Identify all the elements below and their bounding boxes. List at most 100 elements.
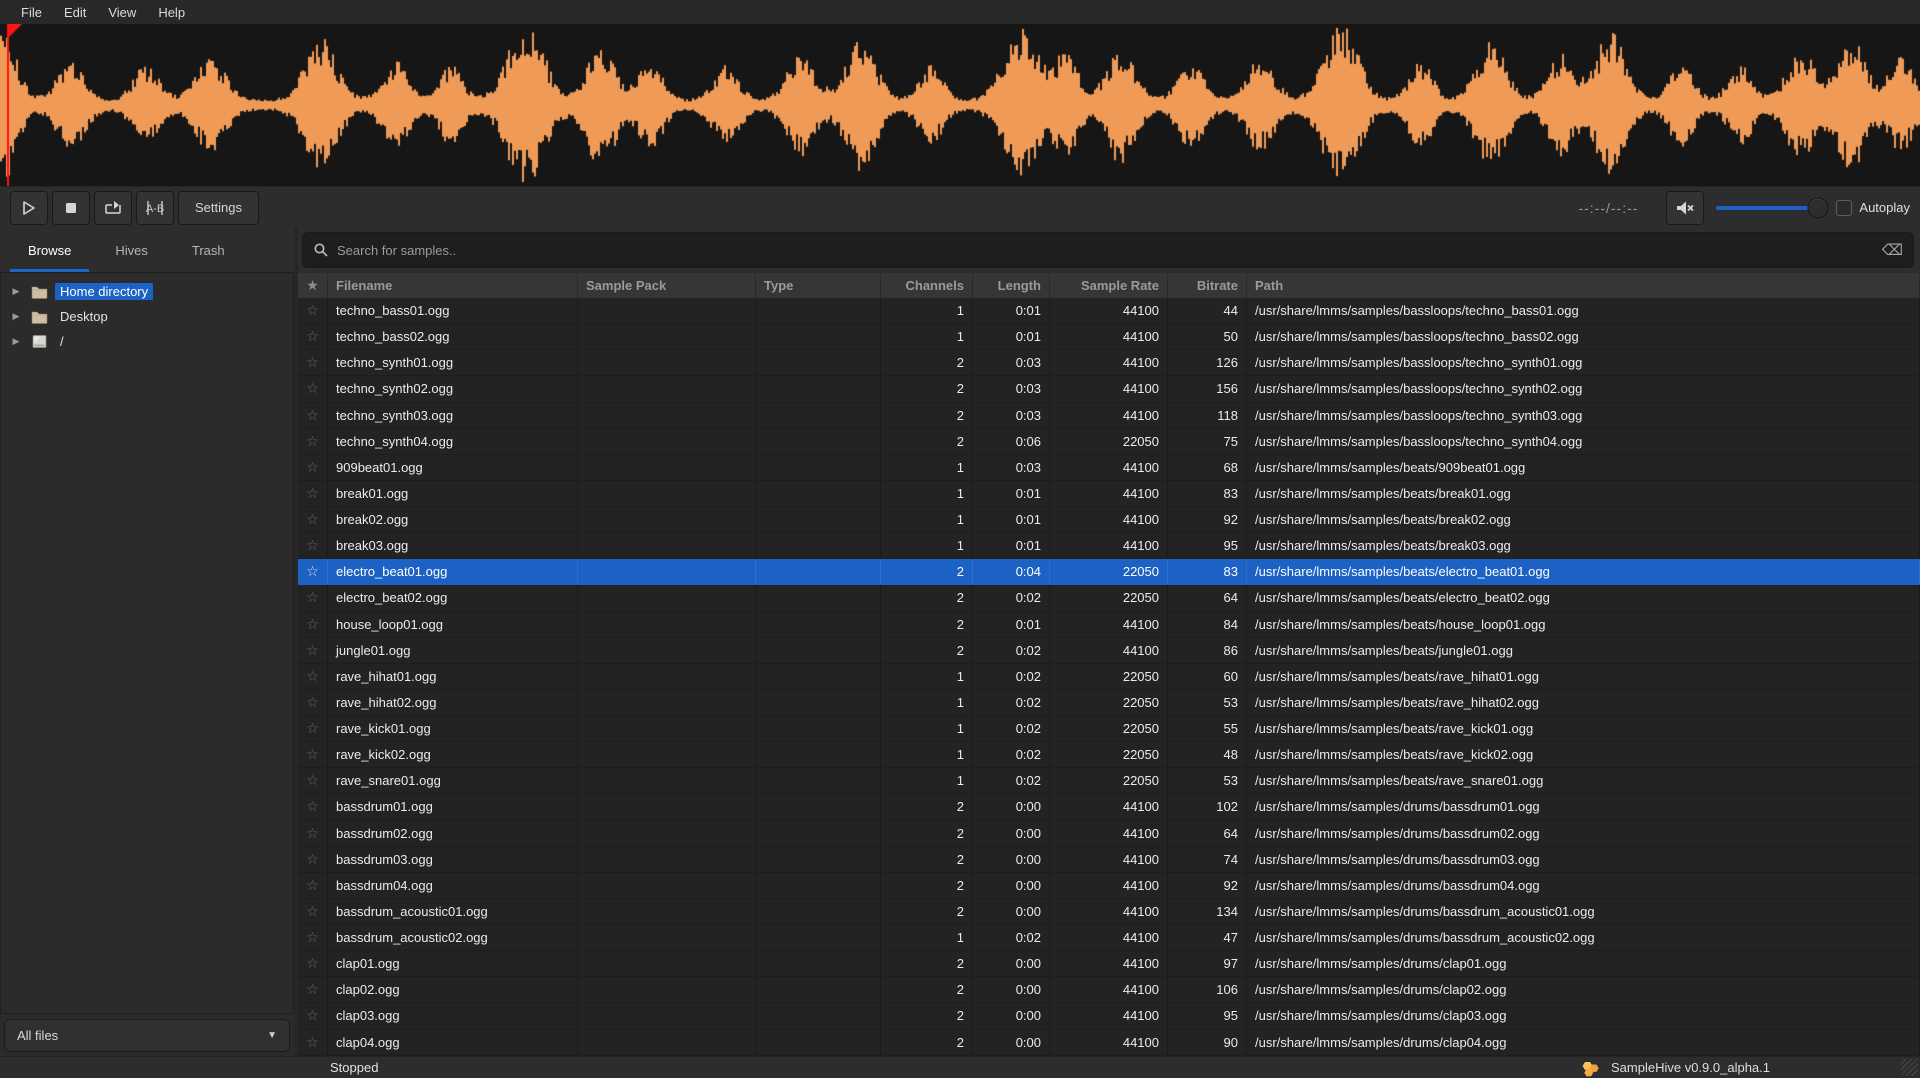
favorite-star-icon[interactable]: ☆ [298, 873, 328, 898]
favorite-star-icon[interactable]: ☆ [298, 403, 328, 428]
table-row[interactable]: ☆rave_kick02.ogg10:022205048/usr/share/l… [298, 742, 1920, 768]
favorite-star-icon[interactable]: ☆ [298, 507, 328, 532]
table-row[interactable]: ☆clap04.ogg20:004410090/usr/share/lmms/s… [298, 1030, 1920, 1056]
table-row[interactable]: ☆clap03.ogg20:004410095/usr/share/lmms/s… [298, 1003, 1920, 1029]
tree-item-home-directory[interactable]: ▶ Home directory [1, 279, 293, 304]
cell-sample-pack [578, 507, 756, 532]
table-row[interactable]: ☆bassdrum01.ogg20:0044100102/usr/share/l… [298, 794, 1920, 820]
column-header-channels[interactable]: Channels [881, 273, 973, 298]
table-row[interactable]: ☆909beat01.ogg10:034410068/usr/share/lmm… [298, 455, 1920, 481]
tab-browse[interactable]: Browse [6, 228, 93, 272]
column-header-sample-rate[interactable]: Sample Rate [1050, 273, 1168, 298]
favorite-star-icon[interactable]: ☆ [298, 455, 328, 480]
table-row[interactable]: ☆bassdrum04.ogg20:004410092/usr/share/lm… [298, 873, 1920, 899]
table-row[interactable]: ☆break02.ogg10:014410092/usr/share/lmms/… [298, 507, 1920, 533]
column-header-length[interactable]: Length [973, 273, 1050, 298]
expander-icon[interactable]: ▶ [1, 311, 31, 322]
favorite-star-icon[interactable]: ☆ [298, 376, 328, 401]
expander-icon[interactable]: ▶ [1, 286, 31, 297]
table-row[interactable]: ☆clap02.ogg20:0044100106/usr/share/lmms/… [298, 977, 1920, 1003]
favorite-star-icon[interactable]: ☆ [298, 925, 328, 950]
play-button[interactable] [10, 191, 48, 225]
menu-edit[interactable]: Edit [53, 3, 97, 22]
table-row[interactable]: ☆techno_synth03.ogg20:0344100118/usr/sha… [298, 403, 1920, 429]
table-row[interactable]: ☆bassdrum_acoustic02.ogg10:024410047/usr… [298, 925, 1920, 951]
resize-grip[interactable] [1901, 1059, 1918, 1076]
favorite-star-icon[interactable]: ☆ [298, 481, 328, 506]
column-header-bitrate[interactable]: Bitrate [1168, 273, 1247, 298]
favorite-star-icon[interactable]: ☆ [298, 742, 328, 767]
table-row[interactable]: ☆rave_snare01.ogg10:022205053/usr/share/… [298, 768, 1920, 794]
favorite-star-icon[interactable]: ☆ [298, 690, 328, 715]
table-row[interactable]: ☆techno_synth02.ogg20:0344100156/usr/sha… [298, 376, 1920, 402]
favorite-star-icon[interactable]: ☆ [298, 638, 328, 663]
loop-ab-button[interactable]: A-B [136, 191, 174, 225]
tree-item-root[interactable]: ▶ / [1, 329, 293, 354]
table-row[interactable]: ☆electro_beat01.ogg20:042205083/usr/shar… [298, 559, 1920, 585]
table-row[interactable]: ☆rave_kick01.ogg10:022205055/usr/share/l… [298, 716, 1920, 742]
favorite-star-icon[interactable]: ☆ [298, 847, 328, 872]
play-icon [21, 200, 37, 216]
settings-button[interactable]: Settings [178, 191, 259, 225]
favorite-star-icon[interactable]: ☆ [298, 350, 328, 375]
favorite-star-icon[interactable]: ☆ [298, 612, 328, 637]
favorite-star-icon[interactable]: ☆ [298, 1003, 328, 1028]
waveform-canvas[interactable] [0, 24, 1920, 186]
cell-sample-rate: 44100 [1050, 794, 1168, 819]
autoplay-checkbox[interactable] [1836, 200, 1852, 216]
favorite-star-icon[interactable]: ☆ [298, 977, 328, 1002]
stop-button[interactable] [52, 191, 90, 225]
table-row[interactable]: ☆bassdrum03.ogg20:004410074/usr/share/lm… [298, 847, 1920, 873]
column-header-type[interactable]: Type [756, 273, 881, 298]
volume-slider[interactable] [1716, 206, 1822, 210]
clear-search-icon[interactable]: ⌫ [1882, 241, 1903, 259]
favorite-star-icon[interactable]: ☆ [298, 821, 328, 846]
table-row[interactable]: ☆techno_bass02.ogg10:014410050/usr/share… [298, 324, 1920, 350]
table-row[interactable]: ☆clap01.ogg20:004410097/usr/share/lmms/s… [298, 951, 1920, 977]
table-row[interactable]: ☆techno_bass01.ogg10:014410044/usr/share… [298, 298, 1920, 324]
favorite-star-icon[interactable]: ☆ [298, 533, 328, 558]
table-row[interactable]: ☆rave_hihat02.ogg10:022205053/usr/share/… [298, 690, 1920, 716]
favorite-star-icon[interactable]: ☆ [298, 951, 328, 976]
cell-sample-pack [578, 768, 756, 793]
menu-help[interactable]: Help [147, 3, 196, 22]
favorite-column-header[interactable]: ★ [298, 273, 328, 298]
table-row[interactable]: ☆break03.ogg10:014410095/usr/share/lmms/… [298, 533, 1920, 559]
column-header-filename[interactable]: Filename [328, 273, 578, 298]
tab-hives[interactable]: Hives [93, 228, 170, 272]
table-row[interactable]: ☆break01.ogg10:014410083/usr/share/lmms/… [298, 481, 1920, 507]
favorite-star-icon[interactable]: ☆ [298, 429, 328, 454]
search-input[interactable] [337, 243, 1882, 258]
favorite-star-icon[interactable]: ☆ [298, 559, 328, 584]
volume-slider-handle[interactable] [1808, 197, 1829, 218]
column-header-sample-pack[interactable]: Sample Pack [578, 273, 756, 298]
table-row[interactable]: ☆bassdrum_acoustic01.ogg20:0044100134/us… [298, 899, 1920, 925]
favorite-star-icon[interactable]: ☆ [298, 1030, 328, 1055]
table-row[interactable]: ☆jungle01.ogg20:024410086/usr/share/lmms… [298, 638, 1920, 664]
menu-view[interactable]: View [97, 3, 147, 22]
tree-item-desktop[interactable]: ▶ Desktop [1, 304, 293, 329]
favorite-star-icon[interactable]: ☆ [298, 794, 328, 819]
file-filter-dropdown[interactable]: All files ▼ [4, 1019, 290, 1052]
mute-button[interactable] [1666, 191, 1704, 225]
tab-trash[interactable]: Trash [170, 228, 247, 272]
cell-filename: 909beat01.ogg [328, 455, 578, 480]
table-row[interactable]: ☆techno_synth04.ogg20:062205075/usr/shar… [298, 429, 1920, 455]
table-row[interactable]: ☆bassdrum02.ogg20:004410064/usr/share/lm… [298, 821, 1920, 847]
favorite-star-icon[interactable]: ☆ [298, 298, 328, 323]
table-row[interactable]: ☆house_loop01.ogg20:014410084/usr/share/… [298, 612, 1920, 638]
favorite-star-icon[interactable]: ☆ [298, 585, 328, 610]
favorite-star-icon[interactable]: ☆ [298, 899, 328, 924]
favorite-star-icon[interactable]: ☆ [298, 664, 328, 689]
loop-button[interactable] [94, 191, 132, 225]
table-row[interactable]: ☆electro_beat02.ogg20:022205064/usr/shar… [298, 585, 1920, 611]
favorite-star-icon[interactable]: ☆ [298, 324, 328, 349]
table-row[interactable]: ☆techno_synth01.ogg20:0344100126/usr/sha… [298, 350, 1920, 376]
cell-sample-pack [578, 350, 756, 375]
column-header-path[interactable]: Path [1247, 273, 1920, 298]
menu-file[interactable]: File [10, 3, 53, 22]
favorite-star-icon[interactable]: ☆ [298, 716, 328, 741]
table-row[interactable]: ☆rave_hihat01.ogg10:022205060/usr/share/… [298, 664, 1920, 690]
favorite-star-icon[interactable]: ☆ [298, 768, 328, 793]
expander-icon[interactable]: ▶ [1, 336, 31, 347]
